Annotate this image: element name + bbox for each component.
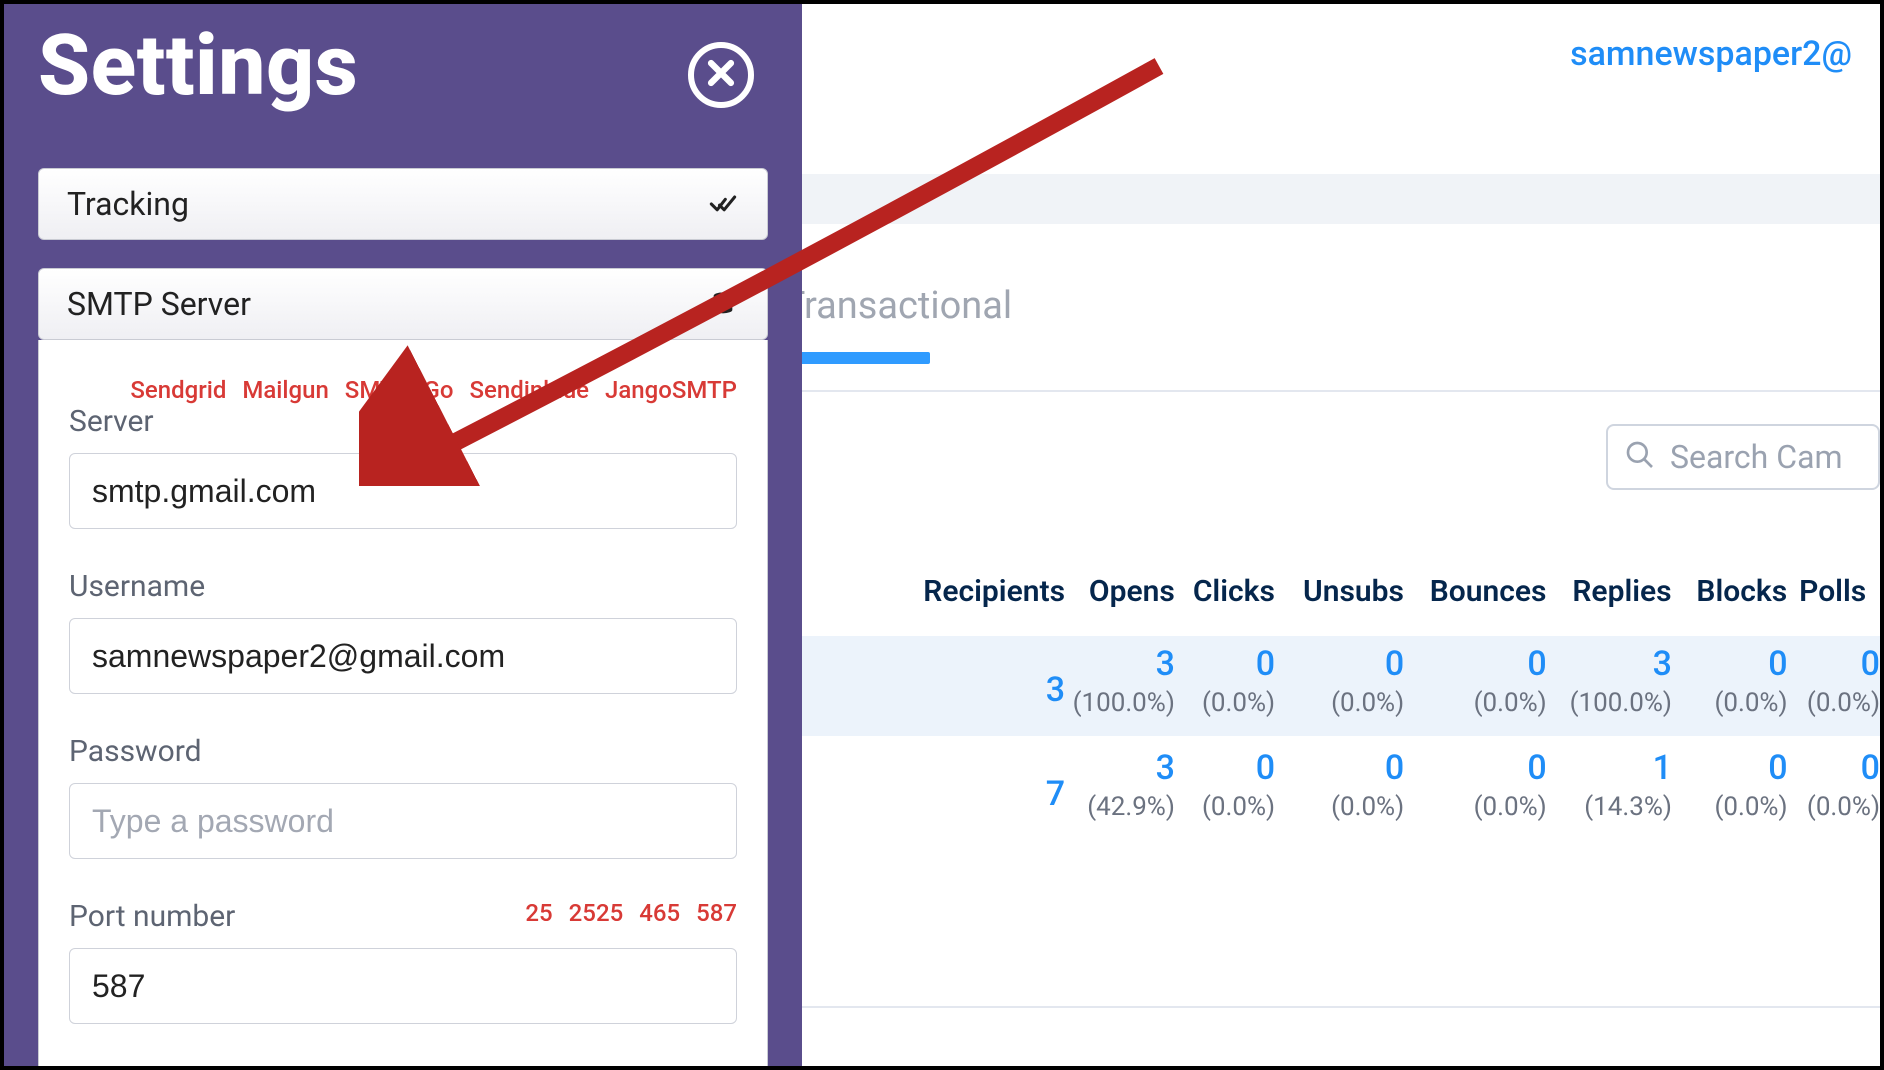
footer-separator bbox=[630, 1006, 1880, 1008]
row-cells: 7 3 (42.9%) 0 (0.0%) 0 (0.0%) 0 (0.0%) 1 (14.… bbox=[884, 748, 1880, 822]
cell-num[interactable]: 0 bbox=[1256, 644, 1275, 684]
cell-num[interactable]: 3 bbox=[1046, 652, 1065, 710]
col-polls[interactable]: Polls bbox=[1787, 574, 1880, 609]
col-unsubs[interactable]: Unsubs bbox=[1275, 574, 1404, 609]
search-placeholder: Search Cam bbox=[1670, 438, 1843, 476]
col-replies[interactable]: Replies bbox=[1546, 574, 1671, 609]
col-blocks[interactable]: Blocks bbox=[1672, 574, 1788, 609]
cell-num[interactable]: 0 bbox=[1861, 644, 1880, 684]
server-presets: Sendgrid Mailgun SMTP2Go Sendinblue Jang… bbox=[130, 376, 737, 404]
row-cells: 3 3 (100.0%) 0 (0.0%) 0 (0.0%) 0 (0.0%) 3 (10… bbox=[884, 644, 1880, 718]
cell-num[interactable]: 3 bbox=[1156, 644, 1175, 684]
close-button[interactable] bbox=[688, 42, 754, 108]
cell-pct: (0.0%) bbox=[1202, 688, 1275, 718]
cell-pct: (0.0%) bbox=[1714, 688, 1787, 718]
cell-pct: (0.0%) bbox=[1474, 688, 1547, 718]
cell-pct: (0.0%) bbox=[1474, 792, 1547, 822]
section-smtp-server[interactable]: SMTP Server bbox=[38, 268, 768, 340]
preset-port-2525[interactable]: 2525 bbox=[569, 899, 624, 927]
cell-num[interactable]: 0 bbox=[1256, 748, 1275, 788]
cell-num[interactable]: 1 bbox=[1653, 748, 1672, 788]
close-icon bbox=[704, 56, 738, 94]
password-input[interactable] bbox=[69, 783, 737, 859]
port-input[interactable] bbox=[69, 948, 737, 1024]
server-input[interactable] bbox=[69, 453, 737, 529]
settings-panel: Settings Tracking SMTP Server Sendgrid M… bbox=[4, 4, 802, 1066]
username-label: Username bbox=[69, 569, 737, 604]
cell-pct: (0.0%) bbox=[1807, 792, 1880, 822]
user-email-link[interactable]: samnewspaper2@ bbox=[1570, 34, 1852, 74]
col-recipients[interactable]: Recipients bbox=[884, 574, 1065, 609]
section-tracking[interactable]: Tracking bbox=[38, 168, 768, 240]
cell-pct: (0.0%) bbox=[1714, 792, 1787, 822]
preset-port-587[interactable]: 587 bbox=[696, 899, 737, 927]
tab-transactional[interactable]: Transactional bbox=[783, 284, 1012, 342]
section-label: Tracking bbox=[67, 185, 189, 223]
cell-pct: (100.0%) bbox=[1073, 688, 1175, 718]
port-presets: 25 2525 465 587 bbox=[525, 899, 737, 927]
cell-num[interactable]: 0 bbox=[1768, 748, 1787, 788]
search-icon bbox=[1624, 439, 1656, 475]
cell-num[interactable]: 0 bbox=[1527, 644, 1546, 684]
cell-num[interactable]: 7 bbox=[1046, 756, 1065, 814]
cell-pct: (0.0%) bbox=[1807, 688, 1880, 718]
col-bounces[interactable]: Bounces bbox=[1404, 574, 1547, 609]
preset-port-465[interactable]: 465 bbox=[639, 899, 680, 927]
cell-pct: (0.0%) bbox=[1331, 688, 1404, 718]
section-label: SMTP Server bbox=[67, 285, 251, 323]
cell-pct: (0.0%) bbox=[1202, 792, 1275, 822]
cell-num[interactable]: 0 bbox=[1768, 644, 1787, 684]
cell-num[interactable]: 0 bbox=[1385, 644, 1404, 684]
cell-num[interactable]: 0 bbox=[1527, 748, 1546, 788]
search-campaigns-input[interactable]: Search Cam bbox=[1606, 424, 1880, 490]
cell-num[interactable]: 0 bbox=[1861, 748, 1880, 788]
col-opens[interactable]: Opens bbox=[1065, 574, 1175, 609]
col-clicks[interactable]: Clicks bbox=[1175, 574, 1275, 609]
double-check-icon bbox=[709, 190, 737, 218]
tabs-separator bbox=[630, 390, 1880, 392]
cell-pct: (42.9%) bbox=[1087, 792, 1175, 822]
preset-mailgun[interactable]: Mailgun bbox=[242, 376, 328, 404]
smtp-form: Sendgrid Mailgun SMTP2Go Sendinblue Jang… bbox=[38, 340, 768, 1066]
cell-pct: (100.0%) bbox=[1570, 688, 1672, 718]
preset-jangosmtp[interactable]: JangoSMTP bbox=[605, 376, 737, 404]
cell-num[interactable]: 3 bbox=[1156, 748, 1175, 788]
preset-smtp2go[interactable]: SMTP2Go bbox=[345, 376, 454, 404]
preset-sendgrid[interactable]: Sendgrid bbox=[130, 376, 226, 404]
table-header: Recipients Opens Clicks Unsubs Bounces R… bbox=[884, 574, 1880, 609]
cell-pct: (0.0%) bbox=[1331, 792, 1404, 822]
username-input[interactable] bbox=[69, 618, 737, 694]
settings-title: Settings bbox=[38, 16, 358, 115]
cell-num[interactable]: 0 bbox=[1385, 748, 1404, 788]
preset-port-25[interactable]: 25 bbox=[525, 899, 552, 927]
database-icon bbox=[709, 290, 737, 318]
password-label: Password bbox=[69, 734, 737, 769]
preset-sendinblue[interactable]: Sendinblue bbox=[469, 376, 589, 404]
logged-in-user: samnewspaper2@ bbox=[1570, 34, 1852, 74]
page-header-bar bbox=[794, 174, 1880, 224]
cell-num[interactable]: 3 bbox=[1653, 644, 1672, 684]
cell-pct: (14.3%) bbox=[1584, 792, 1672, 822]
